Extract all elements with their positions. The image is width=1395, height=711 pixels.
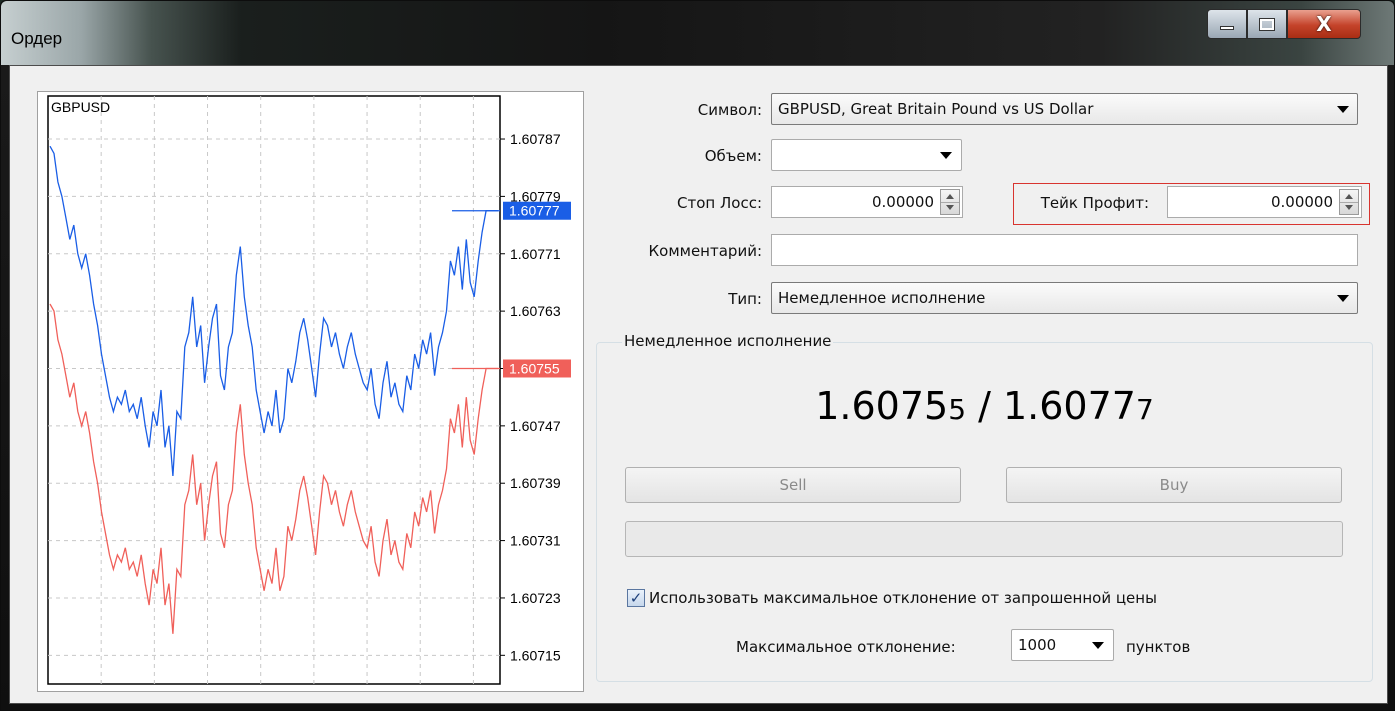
y-tick-label: 1.60715 <box>510 647 561 663</box>
comment-label: Комментарий: <box>648 242 763 260</box>
chart-title: GBPUSD <box>51 99 110 115</box>
execution-progress-bar <box>625 521 1343 557</box>
title-bar[interactable]: Ордер X <box>1 1 1394 65</box>
buy-button[interactable]: Buy <box>1006 467 1342 503</box>
minimize-button[interactable] <box>1207 9 1247 39</box>
stop-loss-field[interactable]: 0.00000 <box>771 186 963 218</box>
execution-group-title: Немедленное исполнение <box>622 332 834 350</box>
take-profit-spinner[interactable] <box>1339 189 1359 215</box>
quote-separator: / <box>966 384 1003 428</box>
maximize-icon <box>1259 17 1275 31</box>
maximize-button[interactable] <box>1247 9 1287 39</box>
symbol-label: Символ: <box>697 101 762 119</box>
quote-display: 1.60755 / 1.60777 <box>596 384 1373 428</box>
max-deviation-value: 1000 <box>1018 636 1057 654</box>
bid-price-last-digit: 5 <box>948 393 967 426</box>
symbol-select[interactable]: GBPUSD, Great Britain Pound vs US Dollar <box>771 93 1358 125</box>
take-profit-value: 0.00000 <box>1270 193 1333 211</box>
checkmark-icon: ✓ <box>629 588 643 607</box>
max-deviation-checkbox-label[interactable]: Использовать максимальное отклонение от … <box>649 589 1157 607</box>
stop-loss-value: 0.00000 <box>871 193 934 211</box>
type-label: Тип: <box>728 290 762 308</box>
volume-select[interactable] <box>771 139 962 171</box>
stop-loss-spinner[interactable] <box>940 189 960 215</box>
close-button[interactable]: X <box>1287 9 1361 39</box>
chart-canvas: 1.607871.607791.607711.607631.607551.607… <box>47 95 571 685</box>
order-type-value: Немедленное исполнение <box>778 289 986 307</box>
order-window: Ордер X 1.60787 1.60779 1.60771 1.60763 1.60… <box>0 0 1395 711</box>
max-deviation-units: пунктов <box>1126 638 1191 656</box>
chevron-down-icon <box>940 152 952 159</box>
y-tick-label: 1.60723 <box>510 590 561 606</box>
current-price-label-0: 1.60777 <box>509 203 560 219</box>
take-profit-label: Тейк Профит: <box>1040 194 1149 212</box>
max-deviation-label: Максимальное отклонение: <box>736 638 956 656</box>
chevron-down-icon <box>1337 106 1349 113</box>
close-icon: X <box>1316 12 1332 36</box>
y-tick-label: 1.60739 <box>510 475 561 491</box>
dialog-body: 1.607871.607791.607711.607631.607551.607… <box>9 65 1388 704</box>
chevron-down-icon <box>1092 642 1104 649</box>
order-type-select[interactable]: Немедленное исполнение <box>771 282 1358 314</box>
sell-button[interactable]: Sell <box>625 467 961 503</box>
spin-down-icon[interactable] <box>946 205 954 210</box>
y-tick-label: 1.60747 <box>510 418 561 434</box>
volume-label: Объем: <box>704 147 762 165</box>
y-tick-label: 1.60731 <box>510 533 561 549</box>
y-tick-label: 1.60771 <box>510 246 561 262</box>
current-price-label-1: 1.60755 <box>509 360 560 376</box>
max-deviation-select[interactable]: 1000 <box>1011 629 1114 661</box>
max-deviation-checkbox[interactable]: ✓ <box>627 589 645 607</box>
y-tick-label: 1.60763 <box>510 303 561 319</box>
minimize-icon <box>1220 26 1234 30</box>
take-profit-field[interactable]: 0.00000 <box>1167 186 1362 218</box>
y-tick-label: 1.60787 <box>510 131 561 147</box>
symbol-value: GBPUSD, Great Britain Pound vs US Dollar <box>778 100 1094 118</box>
spin-down-icon[interactable] <box>1345 205 1353 210</box>
price-chart: 1.607871.607791.607711.607631.607551.607… <box>37 91 584 692</box>
comment-input[interactable] <box>771 234 1358 266</box>
window-title: Ордер <box>11 29 63 48</box>
stop-loss-label: Стоп Лосс: <box>677 194 762 212</box>
spin-up-icon[interactable] <box>946 194 954 199</box>
plot-area <box>47 95 501 685</box>
ask-price-last-digit: 7 <box>1135 393 1154 426</box>
spin-up-icon[interactable] <box>1345 194 1353 199</box>
ask-price: 1.6077 <box>1002 384 1136 428</box>
chevron-down-icon <box>1337 295 1349 302</box>
bid-price: 1.6075 <box>815 384 949 428</box>
